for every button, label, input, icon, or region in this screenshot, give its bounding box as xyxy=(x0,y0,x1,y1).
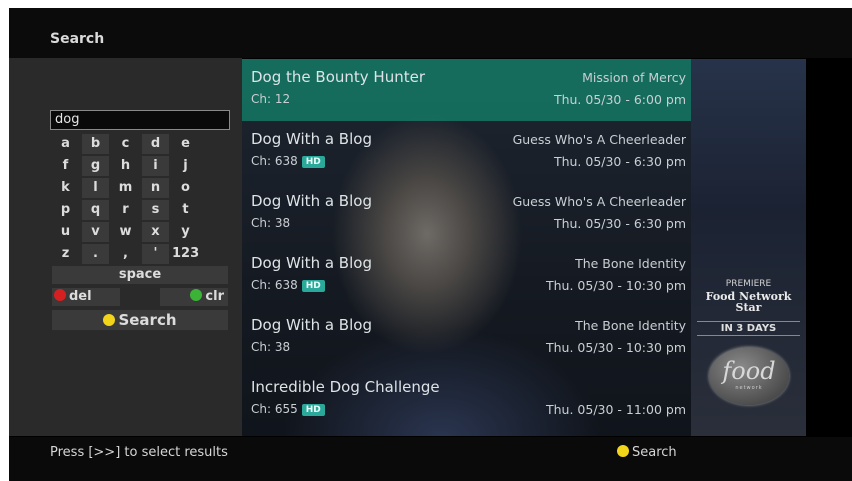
channel-info: Ch: 38 xyxy=(251,216,290,230)
program-title: Dog With a Blog xyxy=(251,254,372,272)
top-bar: Search xyxy=(9,8,852,58)
channel-number: Ch: 12 xyxy=(251,92,291,106)
key-n[interactable]: n xyxy=(142,178,169,198)
hd-badge: HD xyxy=(301,156,325,168)
ad-premiere: PREMIERE xyxy=(725,279,772,289)
episode-title: Guess Who's A Cheerleader xyxy=(512,132,686,147)
key-m[interactable]: m xyxy=(112,178,139,198)
key-d[interactable]: d xyxy=(142,134,169,154)
search-button-label: Search xyxy=(118,311,177,329)
key-f[interactable]: f xyxy=(52,156,79,176)
key-w[interactable]: w xyxy=(112,222,139,242)
tv-screen: Search dog a b c d e f g h i j k l m n o p q r s t u v w x y z., '… xyxy=(9,8,852,481)
episode-title: The Bone Identity xyxy=(575,256,686,271)
channel-number: Ch: 38 xyxy=(251,216,291,230)
result-row[interactable]: Dog With a Blog The Bone Identity Ch: 638 H… xyxy=(242,245,698,307)
key-y[interactable]: y xyxy=(172,222,199,242)
yellow-button-icon xyxy=(103,314,116,326)
program-title: Dog With a Blog xyxy=(251,192,372,210)
key-x[interactable]: x xyxy=(142,222,169,242)
red-button-icon xyxy=(54,289,66,301)
key-j[interactable]: j xyxy=(172,156,199,176)
key-r[interactable]: r xyxy=(112,200,139,220)
channel-number: Ch: 638 xyxy=(251,154,298,168)
bottom-bar: Press [>>] to select results Search xyxy=(9,437,852,481)
key-h[interactable]: h xyxy=(112,156,139,176)
channel-number: Ch: 38 xyxy=(251,340,291,354)
key-'[interactable]: ' xyxy=(142,244,169,264)
air-datetime: Thu. 05/30 - 6:30 pm xyxy=(553,216,686,231)
hd-badge: HD xyxy=(301,404,325,416)
key-l[interactable]: l xyxy=(82,178,109,198)
key-p[interactable]: p xyxy=(52,200,79,220)
air-datetime: Thu. 05/30 - 10:30 pm xyxy=(545,340,686,355)
channel-info: Ch: 638 HD xyxy=(251,154,325,168)
air-datetime: Thu. 05/30 - 6:00 pm xyxy=(553,92,686,107)
result-row[interactable]: Dog With a Blog The Bone Identity Ch: 38 Th… xyxy=(242,307,698,369)
program-title: Incredible Dog Challenge xyxy=(251,378,440,396)
episode-title: Guess Who's A Cheerleader xyxy=(512,194,686,209)
key-s[interactable]: s xyxy=(142,200,169,220)
key-i[interactable]: i xyxy=(142,156,169,176)
channel-info: Ch: 12 xyxy=(251,92,290,106)
air-datetime: Thu. 05/30 - 6:30 pm xyxy=(553,154,686,169)
key-g[interactable]: g xyxy=(82,156,109,176)
key-,[interactable]: , xyxy=(112,244,139,264)
key-c[interactable]: c xyxy=(112,134,139,154)
channel-number: Ch: 638 xyxy=(251,278,298,292)
air-datetime: Thu. 05/30 - 10:30 pm xyxy=(545,278,686,293)
search-button[interactable]: Search xyxy=(52,310,228,330)
result-row[interactable]: Dog With a Blog Guess Who's A Cheerleader… xyxy=(242,121,698,183)
key-u[interactable]: u xyxy=(52,222,79,242)
key-t[interactable]: t xyxy=(172,200,199,220)
results-list: Dog the Bounty Hunter Mission of Mercy Ch:… xyxy=(242,59,698,436)
key-numbers[interactable]: 123 xyxy=(172,244,199,264)
result-row[interactable]: Incredible Dog Challenge Ch: 655 HD Thu. 05… xyxy=(242,369,698,431)
promo-ad: PREMIERE Food Network Star IN 3 DAYS foo… xyxy=(691,59,806,436)
food-network-logo: food network xyxy=(709,347,789,405)
ad-show-title: Food Network Star xyxy=(705,290,792,314)
logo-text: food xyxy=(722,357,776,385)
air-datetime: Thu. 05/30 - 11:00 pm xyxy=(545,402,686,417)
key-space[interactable]: space xyxy=(52,266,228,284)
key-.[interactable]: . xyxy=(82,244,109,264)
bottom-search-button[interactable]: Search xyxy=(617,445,677,460)
program-title: Dog With a Blog xyxy=(251,316,372,334)
episode-title: Mission of Mercy xyxy=(582,70,686,85)
program-title: Dog the Bounty Hunter xyxy=(251,68,425,86)
search-input[interactable]: dog xyxy=(50,110,230,130)
result-row[interactable]: Dog With a Blog Guess Who's A Cheerleader… xyxy=(242,183,698,245)
episode-title: The Bone Identity xyxy=(575,318,686,333)
key-z[interactable]: z xyxy=(52,244,79,264)
key-o[interactable]: o xyxy=(172,178,199,198)
key-q[interactable]: q xyxy=(82,200,109,220)
result-row[interactable]: Dog the Bounty Hunter Mission of Mercy Ch:… xyxy=(242,59,698,121)
channel-number: Ch: 655 xyxy=(251,402,298,416)
clear-label: clr xyxy=(205,289,224,304)
channel-info: Ch: 38 xyxy=(251,340,290,354)
yellow-button-icon xyxy=(617,445,629,457)
bottom-search-label: Search xyxy=(632,445,677,460)
logo-subtext: network xyxy=(735,385,763,391)
program-title: Dog With a Blog xyxy=(251,130,372,148)
clear-button[interactable]: clr xyxy=(160,288,228,306)
key-v[interactable]: v xyxy=(82,222,109,242)
green-button-icon xyxy=(190,289,203,301)
delete-label: del xyxy=(69,289,92,304)
navigation-hint: Press [>>] to select results xyxy=(50,445,228,460)
delete-button[interactable]: del xyxy=(52,288,120,306)
key-e[interactable]: e xyxy=(172,134,199,154)
key-k[interactable]: k xyxy=(52,178,79,198)
channel-info: Ch: 638 HD xyxy=(251,278,325,292)
hd-badge: HD xyxy=(301,280,325,292)
key-a[interactable]: a xyxy=(52,134,79,154)
key-b[interactable]: b xyxy=(82,134,109,154)
ad-when: IN 3 DAYS xyxy=(697,321,800,336)
page-title: Search xyxy=(50,31,105,47)
channel-info: Ch: 655 HD xyxy=(251,402,325,416)
